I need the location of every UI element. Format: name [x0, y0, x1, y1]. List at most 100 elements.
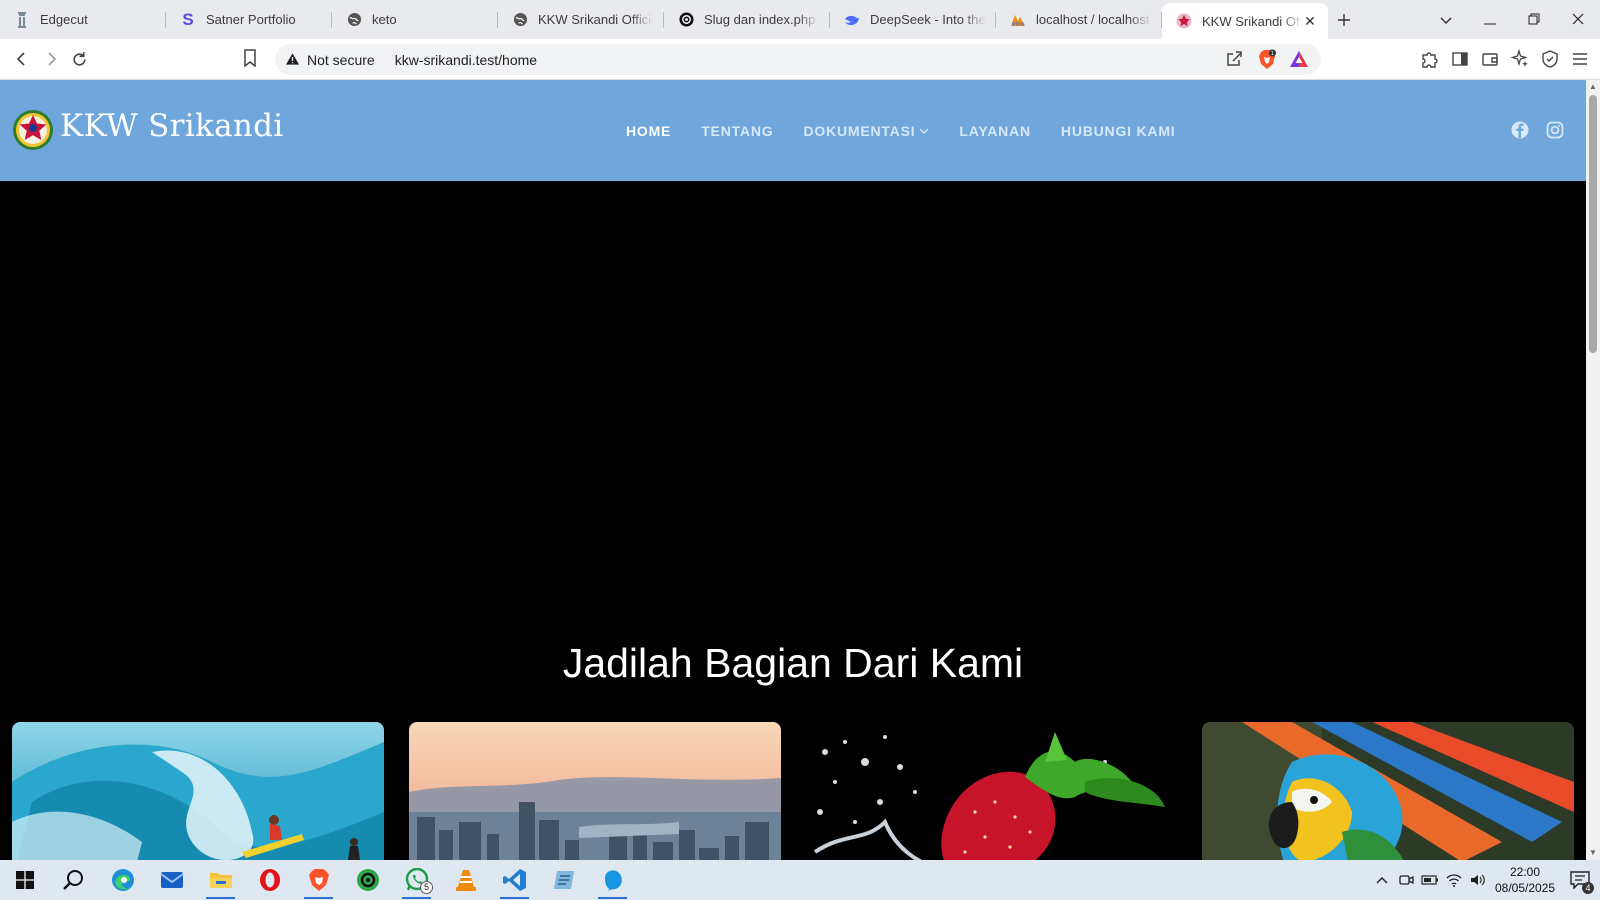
- card-strawberry[interactable]: [805, 722, 1178, 860]
- back-button[interactable]: [7, 45, 36, 74]
- brave-shields-icon[interactable]: 1: [1257, 49, 1277, 70]
- address-bar[interactable]: Not secure kkw-srikandi.test/home 1: [275, 44, 1321, 75]
- close-window-button[interactable]: [1556, 12, 1600, 28]
- nav-hubungi-kami[interactable]: HUBUNGI KAMI: [1061, 123, 1176, 139]
- card-surfer[interactable]: [12, 722, 384, 860]
- meet-now-icon[interactable]: [1394, 860, 1418, 900]
- tab-slug-index[interactable]: Slug dan index.php: [664, 0, 830, 39]
- nav-label: HOME: [626, 122, 672, 139]
- menu-hamburger-icon[interactable]: [1570, 49, 1590, 69]
- deepseek-icon: [844, 12, 860, 28]
- search-button[interactable]: [49, 860, 98, 900]
- security-label[interactable]: Not secure: [307, 52, 375, 68]
- notification-center-button[interactable]: 4: [1560, 860, 1600, 900]
- taskbar-notepad[interactable]: [539, 860, 588, 900]
- nav-label: TENTANG: [701, 122, 774, 139]
- battery-icon[interactable]: [1418, 860, 1442, 900]
- shield-count: 1: [1271, 51, 1274, 57]
- browser-toolbar: Not secure kkw-srikandi.test/home 1: [0, 39, 1600, 80]
- forward-button[interactable]: [36, 45, 65, 74]
- scroll-down-icon[interactable]: ▼: [1586, 846, 1600, 860]
- vpn-shield-icon[interactable]: [1540, 49, 1560, 69]
- taskbar-app-green[interactable]: [343, 860, 392, 900]
- tab-edgecut[interactable]: Edgecut: [0, 0, 166, 39]
- scrollbar-thumb[interactable]: [1589, 95, 1597, 353]
- wifi-icon[interactable]: [1442, 860, 1466, 900]
- close-tab-icon[interactable]: ✕: [1302, 13, 1318, 30]
- taskbar-opera[interactable]: [245, 860, 294, 900]
- nav-label: HUBUNGI KAMI: [1060, 122, 1176, 139]
- taskbar-vscode[interactable]: [490, 860, 539, 900]
- social-links: [1511, 121, 1564, 139]
- nav-layanan[interactable]: LAYANAN: [959, 123, 1030, 139]
- taskbar-edge[interactable]: [98, 860, 147, 900]
- plus-icon: [1338, 13, 1350, 26]
- screen: Edgecut S Satner Portfolio keto KKW Srik…: [0, 0, 1600, 900]
- page-scrollbar[interactable]: ▲ ▼: [1586, 80, 1600, 860]
- wallet-icon[interactable]: [1480, 49, 1500, 69]
- extensions-puzzle-icon[interactable]: [1420, 49, 1440, 69]
- card-city[interactable]: [408, 722, 781, 860]
- back-arrow-icon: [16, 52, 25, 66]
- windows-logo-icon: [15, 871, 34, 889]
- start-button[interactable]: [0, 860, 49, 900]
- tab-kkw-srikandi-1[interactable]: KKW Srikandi Official W: [498, 0, 664, 39]
- taskbar-whatsapp[interactable]: 5: [392, 860, 441, 900]
- warning-triangle-icon[interactable]: [285, 52, 301, 68]
- instagram-icon[interactable]: [1546, 121, 1564, 139]
- city-skyline-image: [408, 722, 781, 860]
- macaw-parrot-image: [1201, 722, 1574, 860]
- facebook-icon[interactable]: [1511, 121, 1529, 139]
- tab-deepseek[interactable]: DeepSeek - Into the Un: [830, 0, 996, 39]
- url-text[interactable]: kkw-srikandi.test/home: [395, 52, 537, 68]
- scroll-up-icon[interactable]: ▲: [1586, 80, 1600, 94]
- svg-text:PMA: PMA: [1012, 22, 1025, 27]
- card-parrot[interactable]: [1201, 722, 1574, 860]
- sidebar-icon[interactable]: [1450, 49, 1470, 69]
- nav-tentang[interactable]: TENTANG: [701, 123, 773, 139]
- taskbar-mail[interactable]: [147, 860, 196, 900]
- restore-button[interactable]: [1512, 12, 1556, 28]
- taskbar-file-explorer[interactable]: [196, 860, 245, 900]
- taskbar-brave[interactable]: [294, 860, 343, 900]
- tab-keto[interactable]: keto: [332, 0, 498, 39]
- site-brand[interactable]: KKW Srikandi: [60, 108, 284, 144]
- volume-icon[interactable]: [1466, 860, 1490, 900]
- nav-dokumentasi[interactable]: DOKUMENTASI: [803, 123, 929, 139]
- vlc-cone-icon: [455, 870, 476, 891]
- forward-arrow-icon: [47, 52, 56, 66]
- nav-home[interactable]: HOME: [626, 123, 671, 139]
- share-icon[interactable]: [1225, 50, 1243, 68]
- new-tab-button[interactable]: [1328, 0, 1360, 39]
- tab-phpmyadmin[interactable]: PMA localhost / localhost / d: [996, 0, 1162, 39]
- brave-rewards-icon[interactable]: [1289, 50, 1309, 68]
- minimize-button[interactable]: [1468, 12, 1512, 28]
- folder-icon: [209, 873, 232, 888]
- whatsapp-badge: 5: [420, 881, 433, 894]
- kkw-logo-icon[interactable]: [12, 109, 54, 151]
- hero-title: Jadilah Bagian Dari Kami: [562, 640, 1024, 686]
- tab-search-chevron-icon[interactable]: [1424, 12, 1468, 28]
- phpmyadmin-icon: PMA: [1010, 12, 1026, 28]
- taskbar-clock[interactable]: 22:00 08/05/2025: [1490, 864, 1560, 896]
- tab-title: Edgecut: [40, 12, 88, 27]
- edge-icon: [111, 869, 134, 891]
- site-logo-icon: [1176, 13, 1192, 29]
- tab-title: KKW Srikandi Official W: [1202, 13, 1302, 29]
- tab-kkw-srikandi-active[interactable]: KKW Srikandi Official W ✕: [1162, 3, 1328, 39]
- tab-title: localhost / localhost / d: [1036, 12, 1152, 27]
- chatgpt-icon: [678, 12, 694, 28]
- bookmark-icon[interactable]: [243, 49, 261, 69]
- toolbar-icons: [1420, 48, 1590, 69]
- globe-icon: [512, 12, 528, 28]
- tab-title: Slug dan index.php: [704, 12, 816, 27]
- reload-button[interactable]: [65, 45, 94, 74]
- tab-satner-portfolio[interactable]: S Satner Portfolio: [166, 0, 332, 39]
- site-header: KKW Srikandi HOME TENTANG DOKUMENTASI LA…: [0, 80, 1586, 181]
- blue-blob-app-icon: [604, 870, 622, 891]
- taskbar-vlc[interactable]: [441, 860, 490, 900]
- card-grid: [12, 722, 1574, 860]
- leo-ai-icon[interactable]: [1510, 48, 1530, 69]
- show-hidden-icons-chevron-icon[interactable]: [1370, 860, 1394, 900]
- taskbar-app-blue[interactable]: [588, 860, 637, 900]
